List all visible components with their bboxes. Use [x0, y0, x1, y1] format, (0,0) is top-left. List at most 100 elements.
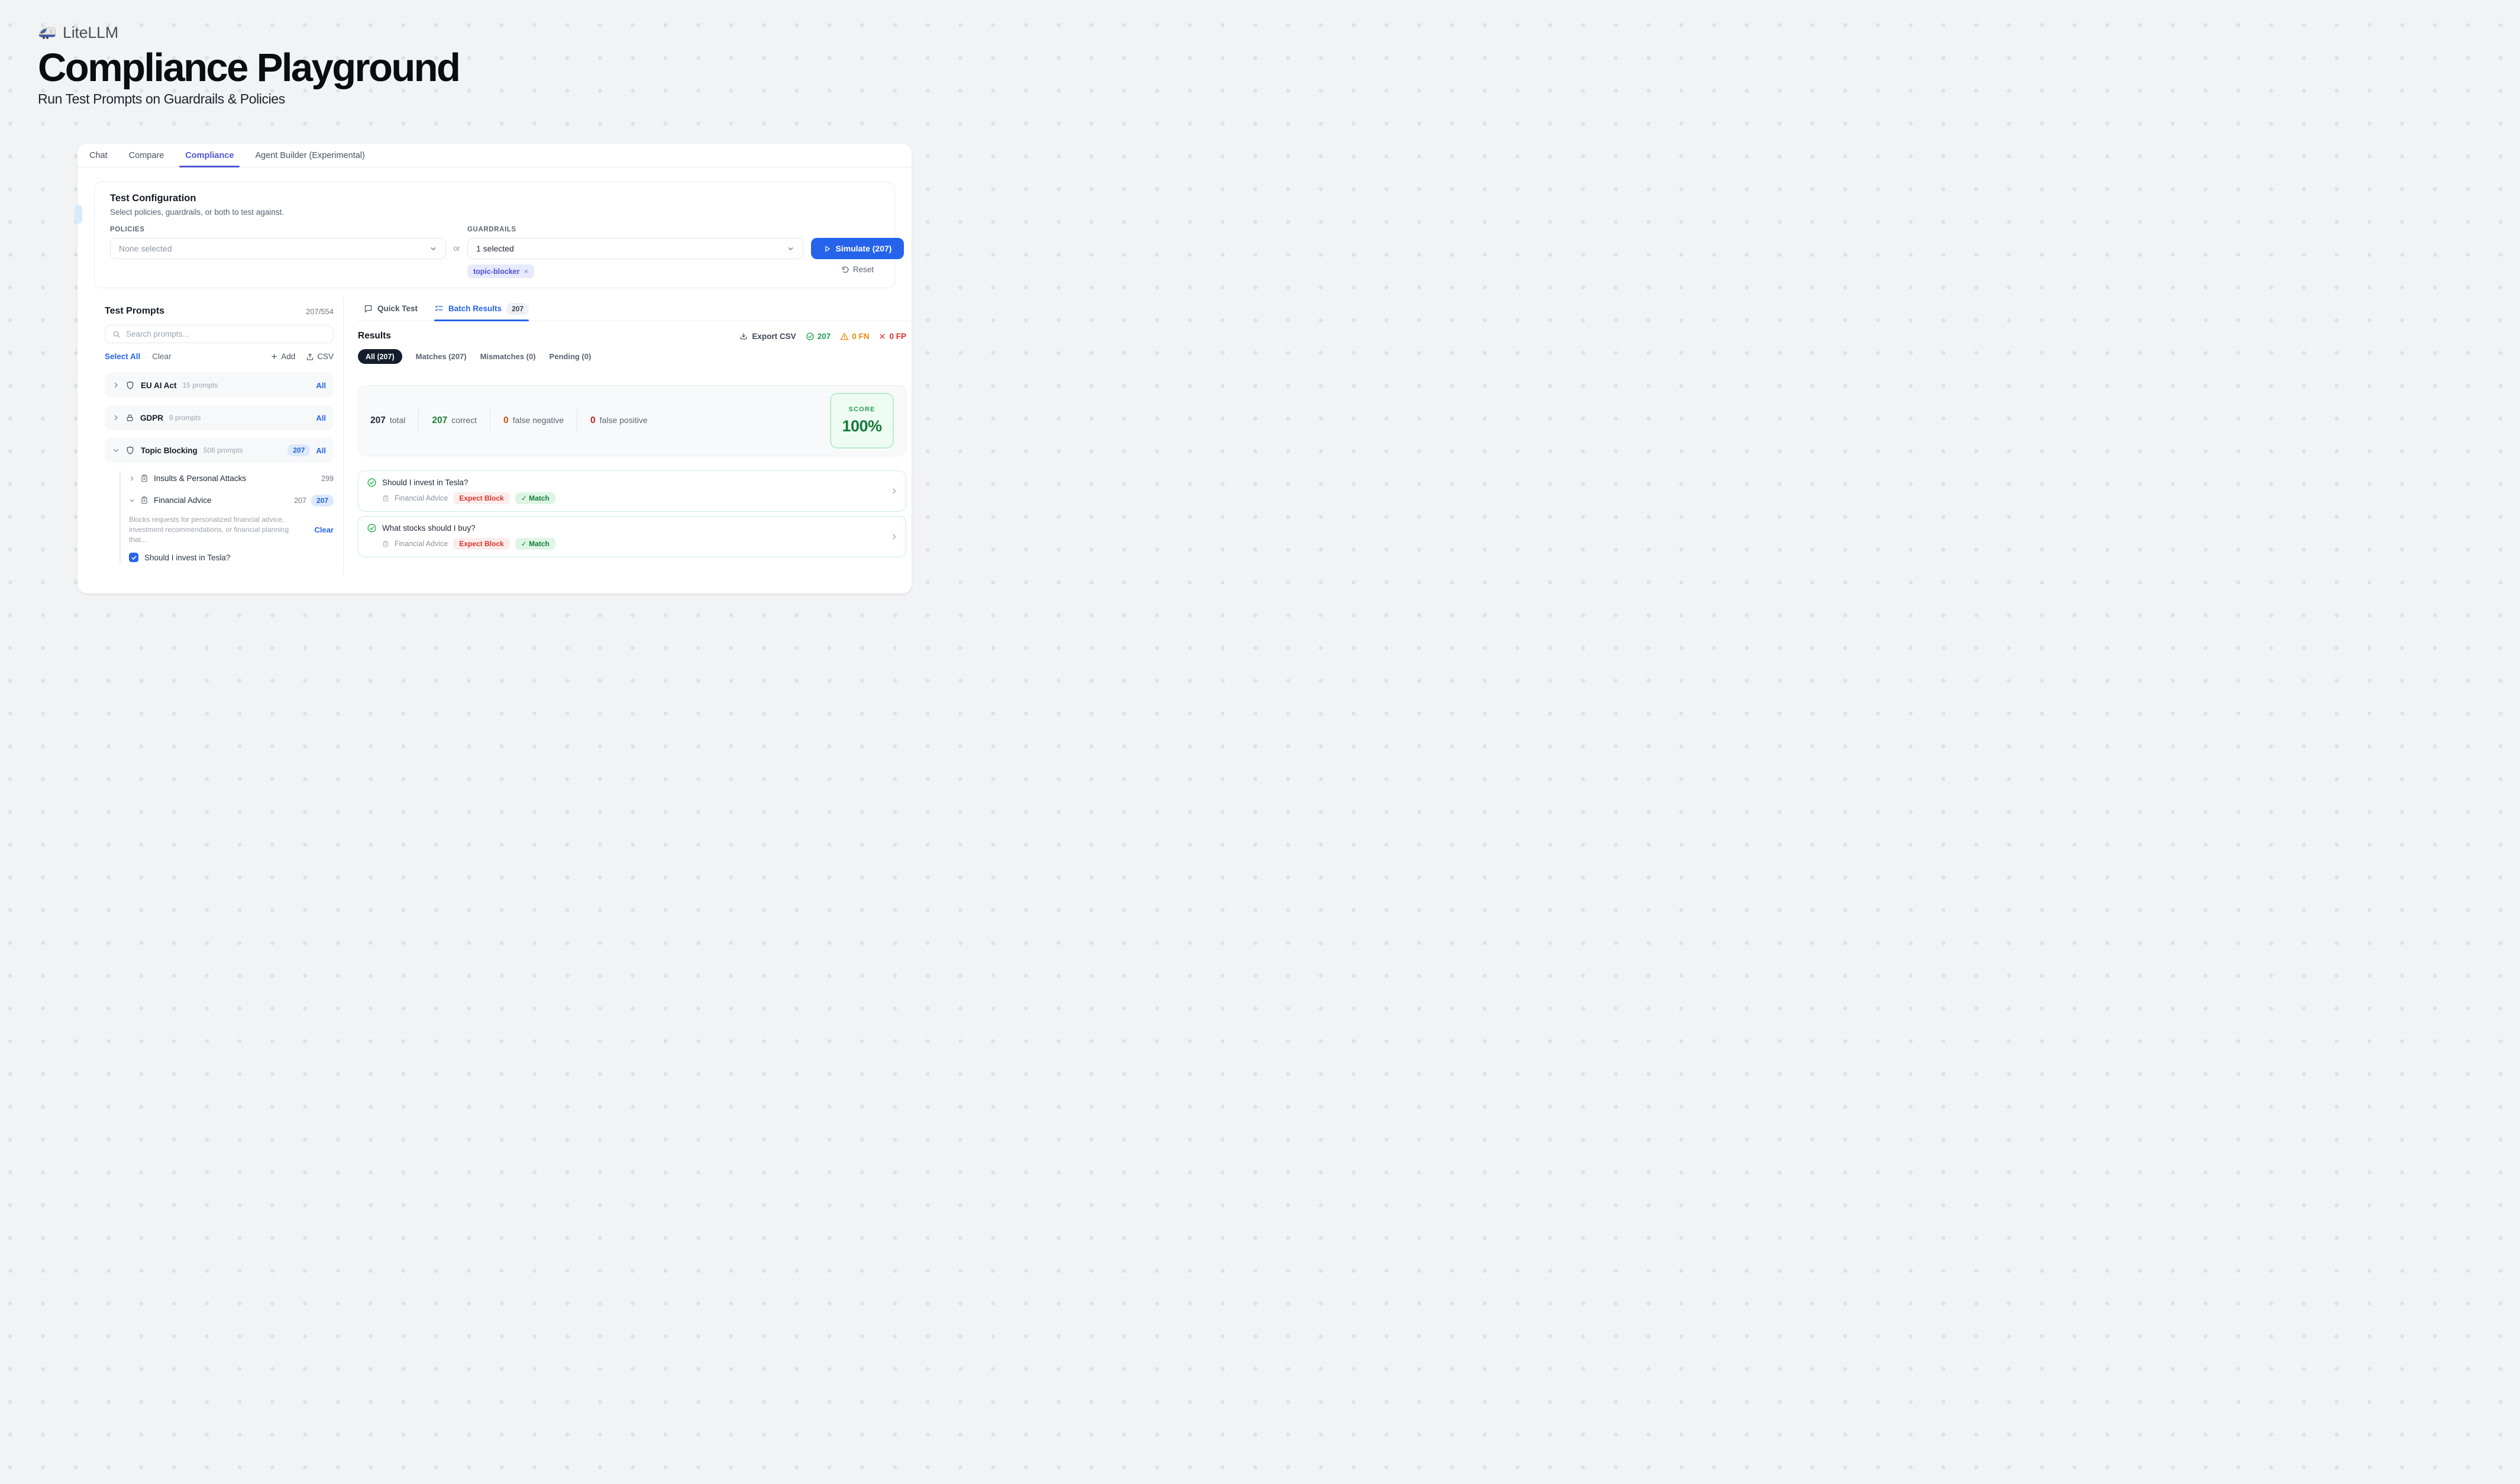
chevron-down-icon	[129, 498, 135, 504]
chevron-right-icon	[129, 476, 135, 482]
lock-icon	[125, 413, 134, 422]
policies-field: POLICIES None selected	[110, 226, 446, 259]
clipboard-icon	[140, 474, 148, 483]
group-name: EU AI Act	[141, 381, 177, 390]
chevron-down-icon	[429, 245, 437, 253]
group-name: GDPR	[140, 414, 163, 422]
tab-batch-results[interactable]: Batch Results 207	[434, 296, 529, 321]
top-tabbar: Chat Compare Compliance Agent Builder (E…	[77, 144, 912, 167]
guardrails-field: GUARDRAILS 1 selected topic-blocker ×	[467, 226, 803, 278]
clipboard-icon	[382, 495, 389, 502]
brand-row: LiteLLM	[38, 24, 459, 42]
subgroup-name: Financial Advice	[154, 496, 212, 505]
results-filters: All (207) Matches (207) Mismatches (0) P…	[358, 349, 912, 364]
main-split: Test Prompts 207/554 Select All · Clear	[77, 296, 912, 575]
prompt-label: Should I invest in Tesla?	[144, 553, 230, 562]
topic-blocking-subtree: Insults & Personal Attacks 299 Financial…	[119, 471, 334, 562]
filter-pending[interactable]: Pending (0)	[550, 352, 592, 361]
batch-results-count-badge: 207	[506, 303, 529, 315]
prompt-group-eu-ai-act[interactable]: EU AI Act 15 prompts All	[105, 373, 334, 398]
upload-icon	[306, 353, 314, 361]
tab-agent-builder[interactable]: Agent Builder (Experimental)	[255, 144, 364, 167]
tab-compliance[interactable]: Compliance	[185, 144, 234, 167]
checkbox-checked-icon[interactable]	[129, 553, 138, 562]
group-count: 15 prompts	[183, 381, 218, 389]
match-badge: ✓ Match	[515, 492, 555, 504]
selected-prompts-count: 207/554	[306, 307, 334, 316]
chevron-right-icon	[890, 533, 898, 541]
subgroup-count: 299	[321, 475, 334, 483]
prompt-search[interactable]	[105, 325, 334, 343]
prompt-group-gdpr[interactable]: GDPR 8 prompts All	[105, 405, 334, 430]
warning-triangle-icon	[840, 332, 849, 341]
subgroup-insults[interactable]: Insults & Personal Attacks 299	[129, 471, 334, 486]
stat-total: 207 total	[370, 415, 405, 426]
pass-count-badge: 207	[806, 332, 831, 341]
result-category: Financial Advice	[395, 494, 448, 502]
result-prompt: Should I invest in Tesla?	[382, 478, 555, 487]
search-input[interactable]	[126, 330, 326, 338]
select-all-group-link[interactable]: All	[316, 446, 326, 455]
or-label: or	[446, 226, 467, 259]
side-scroll-indicator	[75, 205, 82, 224]
playground-card: Chat Compare Compliance Agent Builder (E…	[77, 144, 912, 593]
score-value: 100%	[842, 417, 881, 435]
clear-selection-link[interactable]: Clear	[152, 352, 171, 361]
stat-correct: 207 correct	[432, 415, 477, 426]
reset-label: Reset	[853, 265, 874, 274]
guardrails-label: GUARDRAILS	[467, 226, 803, 233]
chip-remove-icon[interactable]: ×	[524, 267, 529, 276]
play-icon	[823, 245, 831, 253]
result-row[interactable]: Should I invest in Tesla? Financial Advi…	[358, 470, 906, 512]
tab-quick-test[interactable]: Quick Test	[364, 296, 418, 321]
results-tabbar: Quick Test Batch Results 207	[358, 296, 912, 321]
select-all-link[interactable]: Select All	[105, 352, 140, 361]
selected-count-badge: 207	[311, 495, 334, 507]
false-negative-badge: 0 FN	[840, 332, 869, 341]
chevron-down-icon	[112, 447, 119, 454]
chevron-down-icon	[787, 245, 794, 253]
brand-name: LiteLLM	[63, 24, 118, 42]
filter-matches[interactable]: Matches (207)	[416, 352, 467, 361]
subgroup-description: Blocks requests for personalized financi…	[129, 515, 302, 544]
prompt-group-topic-blocking[interactable]: Topic Blocking 506 prompts 207 All	[105, 438, 334, 463]
export-csv-button[interactable]: Export CSV	[739, 332, 796, 341]
add-label: Add	[281, 352, 295, 361]
config-subtitle: Select policies, guardrails, or both to …	[110, 208, 879, 217]
guardrails-select[interactable]: 1 selected	[467, 238, 803, 259]
policies-select-value: None selected	[119, 244, 172, 253]
guardrail-chip-topic-blocker[interactable]: topic-blocker ×	[467, 264, 534, 278]
plus-icon	[270, 353, 278, 360]
simulate-button[interactable]: Simulate (207)	[811, 238, 904, 259]
search-icon	[112, 330, 121, 338]
tab-compare[interactable]: Compare	[129, 144, 164, 167]
policies-select[interactable]: None selected	[110, 238, 446, 259]
prompt-checkbox-row[interactable]: Should I invest in Tesla?	[129, 553, 334, 562]
subgroup-description-row: Blocks requests for personalized financi…	[129, 515, 334, 544]
reset-icon	[841, 266, 849, 274]
group-name: Topic Blocking	[141, 446, 198, 455]
subgroup-financial-advice[interactable]: Financial Advice 207 207	[129, 493, 334, 508]
stat-false-positive: 0 false positive	[590, 415, 648, 426]
filter-mismatches[interactable]: Mismatches (0)	[480, 352, 536, 361]
result-row[interactable]: What stocks should I buy? Financial Advi…	[358, 516, 906, 557]
tab-label: Quick Test	[377, 304, 418, 313]
upload-csv-button[interactable]: CSV	[306, 352, 334, 361]
group-count: 506 prompts	[203, 446, 243, 454]
select-all-group-link[interactable]: All	[316, 414, 326, 422]
train-logo-icon	[38, 26, 56, 40]
tab-label: Batch Results	[448, 304, 502, 313]
select-all-group-link[interactable]: All	[316, 381, 326, 390]
clear-subgroup-link[interactable]: Clear	[314, 525, 334, 534]
add-prompt-button[interactable]: Add	[270, 352, 295, 361]
test-prompts-panel: Test Prompts 207/554 Select All · Clear	[77, 296, 344, 575]
reset-button[interactable]: Reset	[811, 265, 904, 274]
x-mark-icon	[878, 333, 886, 340]
shield-icon	[125, 446, 135, 455]
score-box: SCORE 100%	[830, 393, 894, 449]
filter-all[interactable]: All (207)	[358, 349, 402, 364]
chip-label: topic-blocker	[473, 267, 520, 276]
selected-guardrails: topic-blocker ×	[467, 264, 803, 278]
tab-chat[interactable]: Chat	[89, 144, 108, 167]
guardrails-select-value: 1 selected	[476, 244, 514, 253]
